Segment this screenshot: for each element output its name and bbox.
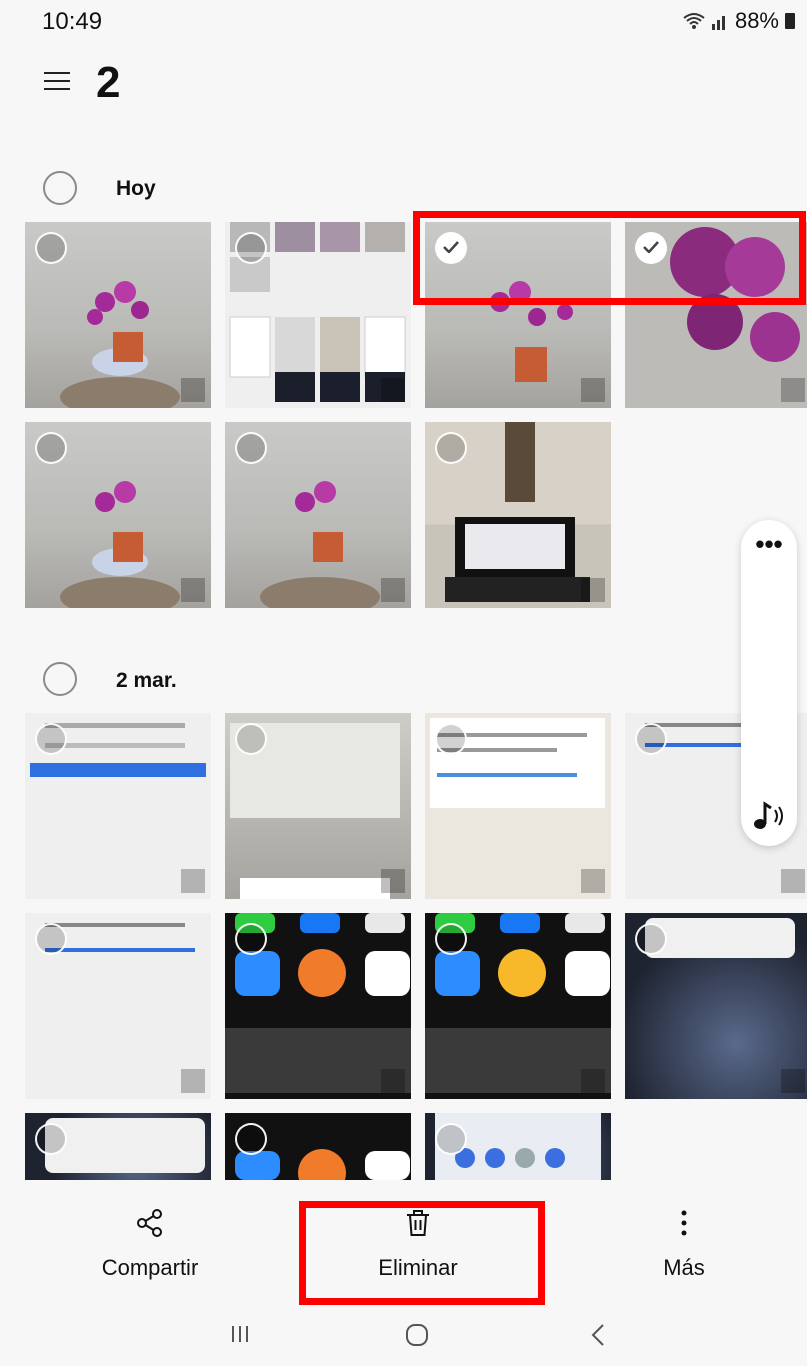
select-circle[interactable] [235,923,267,955]
expand-icon[interactable] [181,1069,205,1093]
select-all-2mar-checkbox[interactable] [43,662,77,696]
expand-icon[interactable] [581,578,605,602]
expand-icon[interactable] [581,869,605,893]
share-button[interactable]: Compartir [50,1208,250,1281]
recent-apps-icon[interactable] [228,1322,252,1346]
select-circle[interactable] [235,232,267,264]
select-all-hoy-checkbox[interactable] [43,171,77,205]
thumbnail-screenshots[interactable] [225,222,411,408]
menu-icon[interactable] [44,72,70,94]
thumbnail-orchid-closeup-selected[interactable] [625,222,807,408]
battery-icon [785,13,795,29]
select-circle[interactable] [635,923,667,955]
check-icon [443,241,459,253]
delete-label: Eliminar [378,1255,458,1280]
thumbnail-orchid[interactable] [25,422,211,608]
thumbnail-orchid[interactable] [225,422,411,608]
delete-button[interactable]: Eliminar [318,1208,518,1281]
check-icon [643,241,659,253]
section-title-2mar: 2 mar. [116,669,177,692]
select-circle[interactable] [435,1123,467,1155]
more-options-icon[interactable]: ••• [741,531,797,557]
more-button[interactable]: Más [584,1208,784,1281]
expand-icon[interactable] [581,378,605,402]
selected-count: 2 [96,58,121,107]
select-circle[interactable] [435,723,467,755]
wifi-icon [683,13,705,29]
thumbnail-screenshot-quick-settings[interactable] [425,1113,611,1180]
system-nav-bar [0,1310,807,1366]
select-circle[interactable] [35,432,67,464]
back-icon[interactable] [588,1322,608,1348]
expand-icon[interactable] [181,869,205,893]
thumbnail-orchid-selected[interactable] [425,222,611,408]
select-circle[interactable] [35,723,67,755]
status-icons: 88% [683,8,795,34]
battery-percent: 88% [734,8,779,33]
expand-icon[interactable] [781,869,805,893]
select-circle[interactable] [235,723,267,755]
thumbnail-laptop[interactable] [425,422,611,608]
expand-icon[interactable] [581,1069,605,1093]
share-label: Compartir [101,1255,199,1280]
expand-icon[interactable] [381,1069,405,1093]
more-vertical-icon [681,1210,687,1236]
expand-icon[interactable] [781,1069,805,1093]
expand-icon[interactable] [781,378,805,402]
bottom-action-bar: Compartir Eliminar Más [0,1180,807,1310]
expand-icon[interactable] [381,869,405,893]
select-circle[interactable] [235,432,267,464]
thumbnail-screenshot[interactable] [225,713,411,899]
thumbnail-screenshot-notification[interactable] [625,913,807,1099]
thumbnail-orchid[interactable] [25,222,211,408]
thumbnail-screenshot[interactable] [425,713,611,899]
thumbnail-screenshot-apps[interactable] [225,913,411,1099]
signal-icon [711,16,725,30]
edge-panel[interactable]: ••• [741,520,797,846]
thumbnail-screenshot-apps[interactable] [225,1113,411,1180]
select-circle[interactable] [35,232,67,264]
select-circle[interactable] [35,1123,67,1155]
select-circle[interactable] [635,723,667,755]
thumbnail-screenshot[interactable] [25,713,211,899]
select-circle-checked[interactable] [435,232,467,264]
trash-icon [407,1210,429,1236]
more-label: Más [663,1255,705,1280]
select-circle[interactable] [435,923,467,955]
select-circle[interactable] [435,432,467,464]
select-circle-checked[interactable] [635,232,667,264]
home-icon[interactable] [404,1322,430,1348]
select-circle[interactable] [235,1123,267,1155]
expand-icon[interactable] [181,378,205,402]
select-circle[interactable] [35,923,67,955]
status-time: 10:49 [42,8,103,35]
thumbnail-screenshot[interactable] [25,913,211,1099]
expand-icon[interactable] [381,378,405,402]
thumbnail-screenshot-notification[interactable] [25,1113,211,1180]
thumbnail-screenshot-apps[interactable] [425,913,611,1099]
expand-icon[interactable] [381,578,405,602]
music-note-icon[interactable] [751,798,787,834]
expand-icon[interactable] [181,578,205,602]
section-title-hoy: Hoy [116,177,156,200]
share-icon [137,1209,162,1237]
